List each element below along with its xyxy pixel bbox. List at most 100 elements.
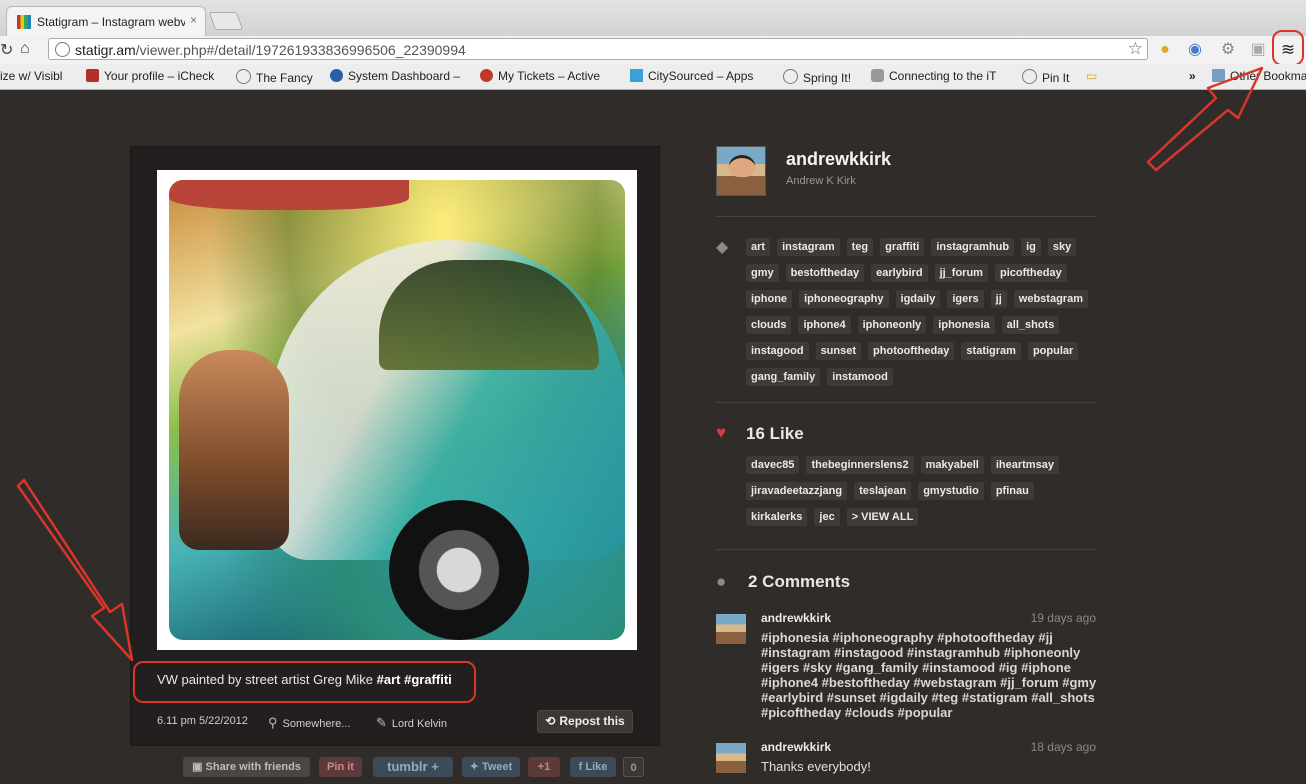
heart-icon[interactable]: ♥ (716, 423, 726, 443)
tab-strip: Statigram – Instagram webvi × (0, 0, 1306, 36)
bookmark-item[interactable]: Your profile – iCheck (86, 69, 214, 83)
hashtag-tag[interactable]: statigram (961, 342, 1021, 360)
comment-avatar[interactable] (716, 743, 746, 773)
statigram-favicon-icon (17, 15, 31, 29)
hashtag-tag[interactable]: instamood (827, 368, 893, 386)
hashtag-tag[interactable]: iphoneonly (857, 316, 927, 334)
bookmark-item[interactable]: Pin It (1022, 69, 1069, 85)
facebook-like-button[interactable]: f Like (570, 757, 616, 777)
home-icon[interactable]: ⌂ (20, 40, 30, 58)
new-tab-button[interactable] (208, 12, 244, 30)
bookmark-item[interactable]: System Dashboard – (330, 69, 460, 83)
reload-icon[interactable]: ↻ (0, 40, 13, 60)
photo-filter: ✎ Lord Kelvin (376, 715, 447, 730)
photo-time: 6.11 pm 5/22/2012 (157, 715, 248, 727)
tweet-button[interactable]: ✦ Tweet (462, 757, 520, 777)
hashtag-tag[interactable]: photooftheday (868, 342, 955, 360)
hashtag-tag[interactable]: iphonesia (933, 316, 995, 334)
liker-username[interactable]: pfinau (990, 482, 1034, 500)
tag-list: art instagram teg graffiti instagramhub ig sky… (746, 237, 1096, 393)
tab-close-icon[interactable]: × (190, 13, 197, 27)
location-pin-icon: ⚲ (268, 715, 278, 730)
play-icon (630, 69, 643, 82)
repost-icon: ⟲ (545, 714, 556, 728)
instagram-photo[interactable] (169, 180, 625, 640)
comments-title: 2 Comments (748, 572, 851, 591)
like-count: 0 (623, 757, 644, 777)
hashtag-tag[interactable]: igdaily (895, 290, 941, 308)
hashtag-tag[interactable]: all_shots (1001, 316, 1060, 334)
tumblr-button[interactable]: tumblr + (373, 757, 453, 777)
twitter-icon: ✦ (469, 761, 482, 773)
bookmark-item[interactable]: CitySourced – Apps (630, 69, 753, 83)
liker-username[interactable]: gmystudio (918, 482, 984, 500)
hashtag-tag[interactable]: art (746, 238, 771, 256)
liker-username[interactable]: jec (814, 508, 840, 526)
hashtag-tag[interactable]: iphone4 (798, 316, 851, 334)
tab-statigram[interactable]: Statigram – Instagram webvi × (6, 6, 206, 36)
liker-username[interactable]: davec85 (746, 456, 800, 474)
hashtag-tag[interactable]: popular (1027, 342, 1079, 360)
extension-highlight-circle (1272, 30, 1304, 66)
other-bookmarks-folder[interactable]: Other Bookmar (1212, 69, 1306, 83)
hashtag-tag[interactable]: iphone (746, 290, 793, 308)
hashtag-tag[interactable]: jj (990, 290, 1007, 308)
hashtag-tag[interactable]: igers (947, 290, 984, 308)
liker-username[interactable]: iheartmsay (990, 456, 1059, 474)
photo-window (379, 260, 599, 370)
hashtag-tag[interactable]: teg (846, 238, 874, 256)
user-avatar[interactable] (716, 146, 766, 196)
username[interactable]: andrewkkirk (786, 149, 891, 170)
bookmark-item[interactable]: ize w/ Visibl (0, 69, 62, 83)
hashtag-tag[interactable]: earlybird (871, 264, 928, 282)
photo-location[interactable]: ⚲ Somewhere... (268, 715, 350, 731)
liker-username[interactable]: jiravadeetazzjang (746, 482, 848, 500)
likes-title: 16 Like (746, 424, 804, 443)
bookmark-item[interactable]: Spring It! (783, 69, 851, 85)
hashtag-tag[interactable]: gmy (746, 264, 779, 282)
bookmark-extra-icon[interactable]: ▭ (1086, 69, 1097, 83)
photo-wheel (389, 500, 529, 640)
hashtag-tag[interactable]: clouds (746, 316, 792, 334)
liker-username[interactable]: makyabell (920, 456, 984, 474)
liker-username[interactable]: teslajean (854, 482, 912, 500)
hashtag-tag[interactable]: sky (1047, 238, 1077, 256)
photo-tent (169, 180, 409, 210)
divider (716, 402, 1096, 403)
google-plus-button[interactable]: +1 (528, 757, 560, 777)
comment-avatar[interactable] (716, 614, 746, 644)
address-bar[interactable]: statigr.am/viewer.php#/detail/1972619338… (48, 38, 1148, 60)
bug-icon (480, 69, 493, 82)
hashtag-tag[interactable]: sunset (815, 342, 862, 360)
hashtag-tag[interactable]: jj_forum (934, 264, 988, 282)
comment-username[interactable]: andrewkkirk (761, 611, 831, 625)
hashtag-tag[interactable]: picoftheday (994, 264, 1067, 282)
bookmark-item[interactable]: Connecting to the iT (871, 69, 996, 83)
view-all-likes-button[interactable]: > VIEW ALL (846, 508, 919, 526)
hashtag-tag[interactable]: instagram (777, 238, 840, 256)
extension-cookie-icon[interactable]: ● (1155, 40, 1175, 60)
hashtag-tag[interactable]: iphoneography (799, 290, 889, 308)
caption-hashtags[interactable]: #art #graffiti (377, 672, 452, 687)
bookmarks-more-icon[interactable]: » (1189, 69, 1196, 83)
bookmark-item[interactable]: The Fancy (236, 69, 313, 85)
share-with-friends-button[interactable]: ▣ Share with friends (183, 757, 310, 777)
extension-puzzle-icon[interactable]: ▣ (1248, 40, 1268, 60)
hashtag-tag[interactable]: instagood (746, 342, 809, 360)
hashtag-tag[interactable]: gang_family (746, 368, 821, 386)
hashtag-tag[interactable]: ig (1021, 238, 1041, 256)
liker-username[interactable]: thebeginnerslens2 (806, 456, 914, 474)
hashtag-tag[interactable]: bestoftheday (785, 264, 865, 282)
bookmark-item[interactable]: My Tickets – Active (480, 69, 600, 83)
repost-button[interactable]: ⟲ Repost this (537, 710, 633, 733)
comment-username[interactable]: andrewkkirk (761, 740, 831, 754)
hashtag-tag[interactable]: instagramhub (931, 238, 1015, 256)
hashtag-tag[interactable]: webstagram (1013, 290, 1088, 308)
photo-artist (179, 350, 289, 550)
pin-it-button[interactable]: Pin it (319, 757, 362, 777)
hashtag-tag[interactable]: graffiti (880, 238, 925, 256)
extension-search-icon[interactable]: ◉ (1185, 40, 1205, 60)
bookmark-star-icon[interactable]: ☆ (1128, 39, 1143, 59)
liker-username[interactable]: kirkalerks (746, 508, 808, 526)
extension-gear-icon[interactable]: ⚙ (1218, 40, 1238, 60)
